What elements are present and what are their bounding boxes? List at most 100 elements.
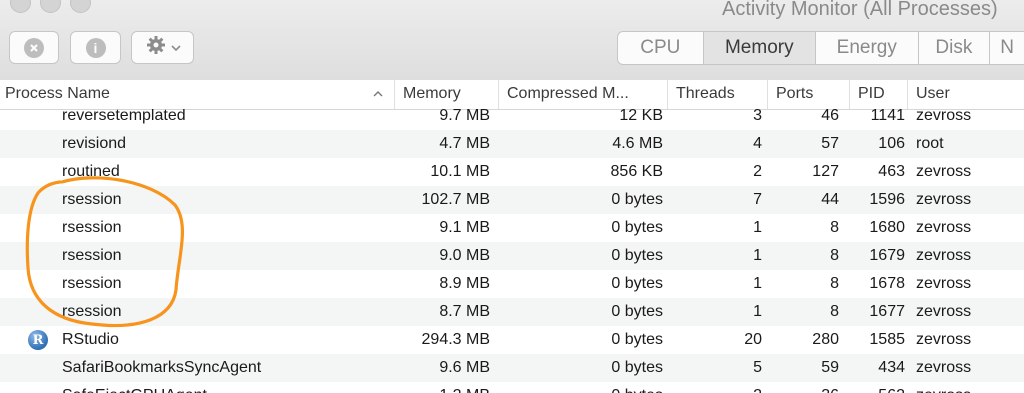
- process-name: routined: [62, 163, 120, 180]
- table-row[interactable]: SafariBookmarksSyncAgent 9.6 MB 0 bytes …: [0, 354, 1024, 382]
- pid-value: 1677: [869, 303, 905, 320]
- window-title: Activity Monitor (All Processes): [722, 0, 998, 20]
- rstudio-app-icon: R: [28, 330, 48, 350]
- compressed-memory-value: 0 bytes: [611, 331, 663, 348]
- threads-value: 4: [753, 135, 762, 152]
- user-value: zevross: [916, 275, 972, 292]
- stop-process-button[interactable]: [9, 31, 59, 64]
- pid-value: 106: [878, 135, 905, 152]
- info-icon: i: [85, 37, 106, 58]
- threads-value: 1: [753, 219, 762, 236]
- tab-network[interactable]: N: [990, 32, 1024, 64]
- user-value: zevross: [916, 219, 972, 236]
- compressed-memory-value: 12 KB: [619, 109, 663, 124]
- process-table: reversetemplated 9.7 MB 12 KB 3 46 1141 …: [0, 109, 1024, 393]
- table-row[interactable]: rsession 8.9 MB 0 bytes 1 8 1678 zevross: [0, 270, 1024, 298]
- memory-value: 9.1 MB: [439, 219, 490, 236]
- memory-value: 8.9 MB: [439, 275, 490, 292]
- threads-value: 2: [753, 163, 762, 180]
- user-value: zevross: [916, 247, 972, 264]
- process-name: rsession: [62, 191, 122, 208]
- inspect-process-button[interactable]: i: [70, 31, 121, 64]
- pid-value: 463: [878, 163, 905, 180]
- process-name: RStudio: [62, 331, 119, 348]
- column-header-pid[interactable]: PID: [850, 80, 908, 109]
- table-row[interactable]: reversetemplated 9.7 MB 12 KB 3 46 1141 …: [0, 109, 1024, 130]
- chevron-down-icon: [170, 39, 181, 57]
- process-name: revisiond: [62, 135, 127, 152]
- ports-value: 8: [830, 303, 839, 320]
- pid-value: 1585: [869, 331, 905, 348]
- ports-value: 59: [821, 359, 839, 376]
- memory-value: 10.1 MB: [430, 163, 490, 180]
- pid-value: 1679: [869, 247, 905, 264]
- user-value: root: [916, 135, 944, 152]
- table-row[interactable]: rsession 9.0 MB 0 bytes 1 8 1679 zevross: [0, 242, 1024, 270]
- column-header-user[interactable]: User: [908, 80, 1024, 109]
- x-circle-icon: [24, 37, 44, 58]
- compressed-memory-value: 0 bytes: [611, 247, 663, 264]
- compressed-memory-value: 0 bytes: [611, 219, 663, 236]
- user-value: zevross: [916, 382, 971, 393]
- threads-value: 5: [753, 359, 762, 376]
- column-header-process-name[interactable]: Process Name: [0, 80, 395, 109]
- user-value: zevross: [916, 303, 972, 320]
- user-value: zevross: [916, 109, 972, 124]
- compressed-memory-value: 0 bytes: [611, 303, 663, 320]
- table-row[interactable]: rsession 8.7 MB 0 bytes 1 8 1677 zevross: [0, 298, 1024, 326]
- ports-value: 44: [821, 191, 839, 208]
- threads-value: 7: [753, 191, 762, 208]
- sort-ascending-icon: [372, 80, 384, 109]
- table-row[interactable]: revisiond 4.7 MB 4.6 MB 4 57 106 root: [0, 130, 1024, 158]
- user-value: zevross: [916, 359, 972, 376]
- pid-value: 1596: [869, 191, 905, 208]
- pid-value: 1680: [869, 219, 905, 236]
- user-value: zevross: [916, 331, 972, 348]
- table-row[interactable]: rsession 102.7 MB 0 bytes 7 44 1596 zevr…: [0, 186, 1024, 214]
- memory-value: 9.0 MB: [439, 247, 490, 264]
- tab-disk[interactable]: Disk: [919, 32, 991, 64]
- user-value: zevross: [916, 191, 972, 208]
- gear-icon: [145, 34, 167, 61]
- column-header-compressed-memory[interactable]: Compressed M...: [499, 80, 668, 109]
- memory-value: 9.7 MB: [439, 109, 490, 124]
- process-name: rsession: [62, 247, 122, 264]
- memory-value: 8.7 MB: [439, 303, 490, 320]
- threads-value: 20: [744, 331, 762, 348]
- column-header-threads[interactable]: Threads: [668, 80, 768, 109]
- column-header-ports[interactable]: Ports: [768, 80, 850, 109]
- tab-energy[interactable]: Energy: [816, 32, 919, 64]
- zoom-window-button[interactable]: [70, 0, 91, 13]
- table-row[interactable]: SafeEjectGPUAgent 1.2 MB 0 bytes 2 36 56…: [0, 382, 1024, 393]
- tab-memory[interactable]: Memory: [703, 32, 817, 64]
- tab-cpu[interactable]: CPU: [618, 32, 704, 64]
- pid-value: 1141: [870, 109, 905, 124]
- action-menu-button[interactable]: [131, 31, 194, 64]
- threads-value: 1: [753, 303, 762, 320]
- compressed-memory-value: 856 KB: [610, 163, 663, 180]
- ports-value: 8: [830, 275, 839, 292]
- column-header-memory[interactable]: Memory: [395, 80, 499, 109]
- minimize-window-button[interactable]: [40, 0, 61, 13]
- memory-value: 294.3 MB: [421, 331, 490, 348]
- threads-value: 1: [753, 247, 762, 264]
- table-row[interactable]: R RStudio 294.3 MB 0 bytes 20 280 1585 z…: [0, 326, 1024, 354]
- compressed-memory-value: 0 bytes: [499, 382, 663, 393]
- toolbar: Activity Monitor (All Processes) i CPU M…: [0, 0, 1024, 81]
- memory-value: 102.7 MB: [421, 191, 490, 208]
- table-row[interactable]: rsession 9.1 MB 0 bytes 1 8 1680 zevross: [0, 214, 1024, 242]
- compressed-memory-value: 0 bytes: [611, 275, 663, 292]
- pid-value: 1678: [869, 275, 905, 292]
- memory-value: 9.6 MB: [439, 359, 490, 376]
- table-row[interactable]: routined 10.1 MB 856 KB 2 127 463 zevros…: [0, 158, 1024, 186]
- threads-value: 1: [753, 275, 762, 292]
- threads-value: 3: [753, 109, 762, 124]
- compressed-memory-value: 0 bytes: [611, 359, 663, 376]
- threads-value: 2: [668, 382, 762, 393]
- close-window-button[interactable]: [10, 0, 31, 13]
- memory-value: 4.7 MB: [439, 135, 490, 152]
- view-tabs: CPU Memory Energy Disk N: [617, 31, 1024, 65]
- process-name: reversetemplated: [62, 109, 186, 124]
- process-name: rsession: [62, 219, 122, 236]
- ports-value: 127: [812, 163, 839, 180]
